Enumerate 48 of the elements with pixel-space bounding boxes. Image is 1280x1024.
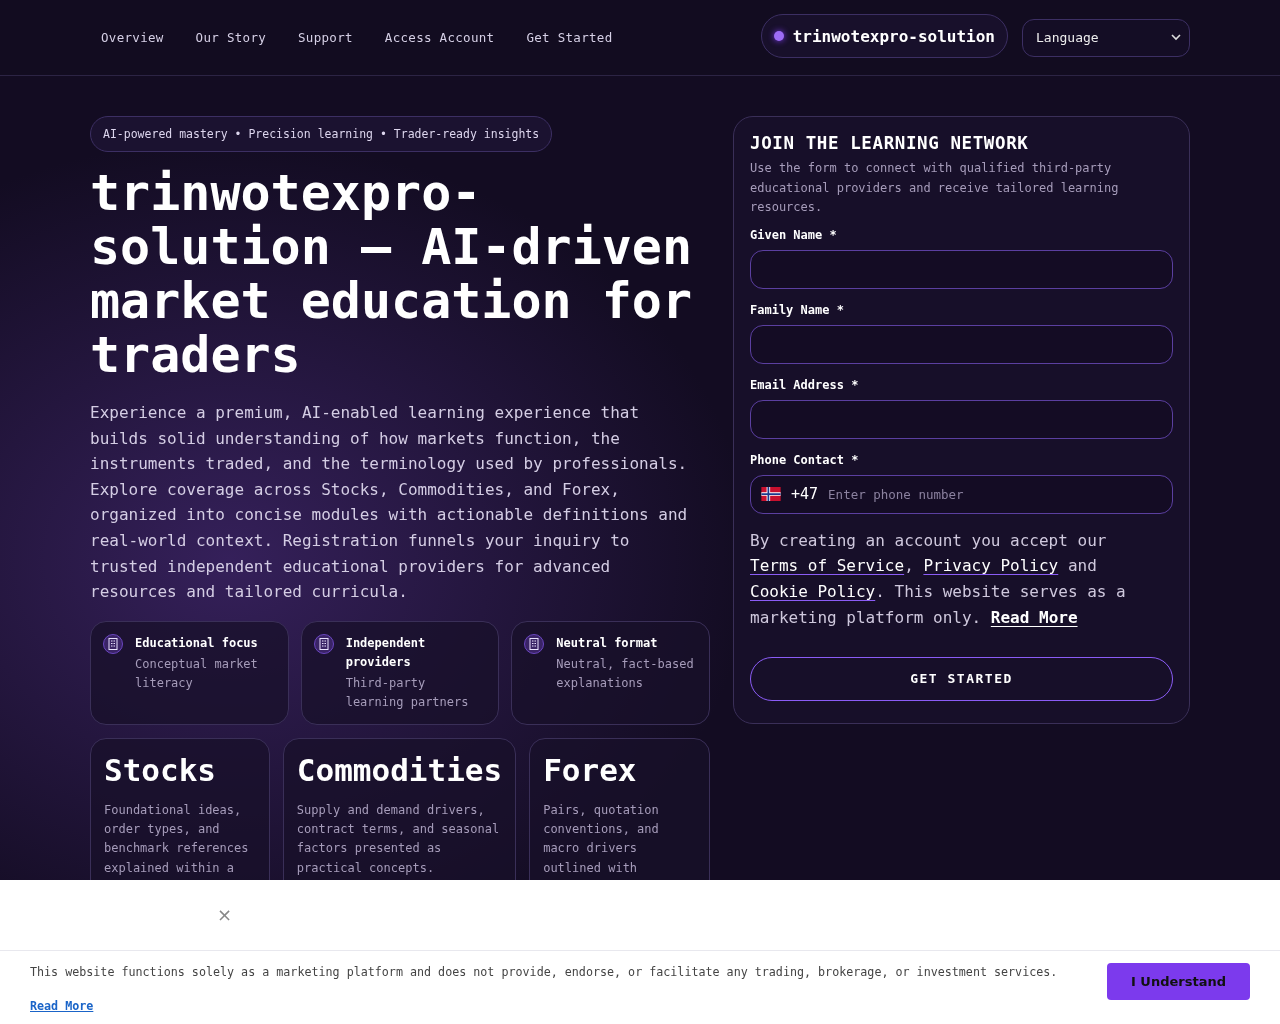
- cookie-notice: This website functions solely as a marketing platform and does not provide, endorse, or facilitate any trading, brokerage, or investment services.: [30, 964, 1059, 981]
- category-text: Supply and demand drivers, contract terms, and seasonal factors presented as practical concepts.: [296, 801, 501, 877]
- dial-code: +47: [791, 485, 819, 503]
- hero-badge: AI-powered mastery • Precision learning • Trader-ready insights: [90, 116, 553, 152]
- category-text: Pairs, quotation conventions, and macro drivers outlined with: [543, 801, 660, 877]
- field-label: Family Name *: [750, 302, 845, 317]
- phone-input[interactable]: Enter phone number: [828, 486, 1162, 502]
- building-icon: [524, 633, 545, 654]
- building-icon: [313, 633, 334, 654]
- phone-field[interactable]: +47 Enter phone number: [750, 474, 1173, 514]
- input-field[interactable]: [750, 399, 1173, 439]
- flag-icon: [761, 487, 781, 501]
- read-more-link[interactable]: Read More: [30, 999, 94, 1013]
- feature-text: Third-party learning partners: [345, 674, 470, 711]
- consent-text: By creating an account you accept our Terms of Service, Privacy Policy and Cookie Policy. This website serves as a marketing platform only. Read More: [750, 529, 1127, 629]
- form-description: Use the form to connect with qualified third-party educational providers and receive tailored learning resources.: [750, 160, 1120, 216]
- language-select[interactable]: Language: [1022, 18, 1190, 57]
- nav-link[interactable]: Overview: [101, 30, 164, 45]
- consent-link[interactable]: Terms of Service: [750, 556, 905, 576]
- feature-text: Neutral, fact-based explanations: [556, 655, 695, 692]
- nav-link[interactable]: Access Account: [384, 30, 495, 45]
- consent-link[interactable]: Privacy Policy: [923, 556, 1059, 576]
- feature-text: Conceptual market literacy: [135, 655, 259, 692]
- close-button[interactable]: ×: [215, 905, 235, 925]
- nav-link[interactable]: Get Started: [526, 30, 613, 45]
- consent-link[interactable]: Read More: [990, 607, 1078, 627]
- nav-link[interactable]: Support: [298, 30, 353, 45]
- category-title: Stocks: [104, 750, 217, 789]
- hero-intro: Experience a premium, AI-enabled learning experience that builds solid understanding of how markets function, the instruments traded, and the terminology used by professionals. Explore coverage across Stocks, Commodities, and Forex, organized into concise modules with actionable definitions and real-world context. Registration funnels your inquiry to trusted independent educational providers for advanced resources and tailored curricula.: [90, 402, 689, 604]
- feature-title: Educational focus: [135, 634, 259, 652]
- category-title: Forex: [543, 750, 638, 789]
- brand-name: trinwotexpro-solution: [792, 26, 995, 46]
- hero-title: trinwotexpro-solution — AI-driven market education for traders: [90, 166, 694, 382]
- input-field[interactable]: [750, 249, 1173, 289]
- category-text: Foundational ideas, order types, and benchmark references explained within a: [104, 801, 250, 877]
- field-label: Phone Contact *: [750, 452, 860, 467]
- feature-title: Neutral format: [556, 634, 659, 652]
- form-title: JOIN THE LEARNING NETWORK: [750, 133, 1030, 153]
- input-field[interactable]: [750, 324, 1173, 364]
- building-icon: [103, 633, 123, 654]
- field-label: Email Address *: [750, 377, 860, 392]
- feature-title: Independent providers: [345, 634, 427, 671]
- nav-link[interactable]: Our Story: [195, 30, 267, 45]
- category-title: Commodities: [296, 750, 503, 789]
- field-label: Given Name *: [750, 227, 838, 242]
- consent-link[interactable]: Cookie Policy: [750, 582, 876, 602]
- chevron-down-icon: [1171, 34, 1181, 41]
- status-dot-icon: [773, 31, 784, 41]
